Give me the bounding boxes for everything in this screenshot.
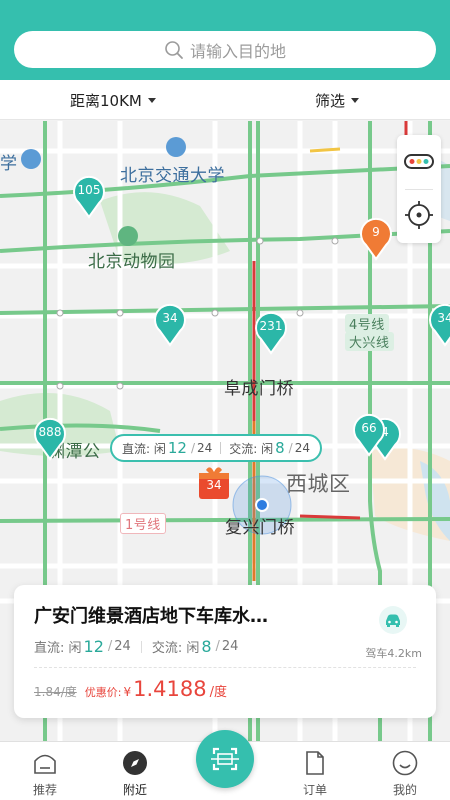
map-pin-station[interactable]: 9 [359,217,393,261]
map-pin-icon [154,303,186,347]
map-pin-count: 888 [38,425,62,439]
bubble-ac-label: 交流: 闲 [229,441,274,456]
nav-nearby[interactable]: 附近 [110,750,160,798]
caret-down-icon [147,97,156,103]
distance-filter[interactable]: 距离10KM [70,80,156,120]
map-tools [397,135,441,243]
map-label-university: 北京交通大学 [120,166,225,186]
header: 请输入目的地 [0,0,450,80]
map-pin-count: 105 [77,183,101,197]
direct-total: 24 [114,639,131,654]
map-label-zoo: 北京动物园 [88,252,176,272]
map-pin-station[interactable]: 231 [254,311,288,355]
map-pin-icon [34,417,66,461]
scan-icon [211,747,239,771]
bubble-divider [220,442,222,454]
car-icon[interactable] [379,606,407,634]
bubble-ac-total: 24 [294,441,310,455]
smiley-icon [392,750,418,776]
bubble-slash: / [288,441,293,455]
direct-label: 直流: 闲 [34,641,82,656]
map-pin-icon [429,303,450,347]
caret-down-icon [351,97,360,103]
screen-filter-label: 筛选 [315,91,346,110]
nav-nearby-label: 附近 [122,783,147,797]
nav-recommend[interactable]: 推荐 [20,750,70,798]
map-label-line4: 4号线 [345,314,389,333]
map-label-fuxingmen: 复兴门桥 [225,518,295,538]
map-label-line1: 1号线 [120,513,166,534]
selected-station-marker[interactable]: 34 [196,464,232,502]
map-pin-station[interactable]: 888 [33,417,67,461]
nav-orders-label: 订单 [302,783,327,797]
price-unit: /度 [209,685,227,700]
nav-orders[interactable]: 订单 [290,750,340,798]
selected-station-count: 34 [206,478,222,492]
map-pin-station[interactable]: 34 [153,303,187,347]
slash: / [215,639,220,654]
search-placeholder: 请输入目的地 [189,41,286,61]
bubble-direct-label: 直流: 闲 [121,441,166,456]
original-price: 1.84/度 [34,685,77,699]
traffic-layer-icon[interactable] [397,135,441,189]
search-icon [165,40,183,59]
bubble-slash: / [190,441,195,455]
map-pin-count: 66 [361,421,377,435]
currency-symbol: ¥ [123,685,132,699]
map-pin-icon [73,175,105,219]
search-input[interactable]: 请输入目的地 [14,31,436,68]
nav-mine-label: 我的 [392,783,417,797]
map-label-fuchengmen: 阜成门桥 [224,379,294,399]
map-pin-station[interactable]: 34 [428,303,450,347]
card-divider [34,667,416,668]
discount-label: 优惠价: [84,686,122,699]
map-pin-station[interactable]: 66 [352,413,386,457]
driving-distance: 驾车4.2km [365,647,422,660]
locate-icon[interactable] [397,189,441,243]
distance-filter-label: 距离10KM [70,91,142,110]
map-pin-station[interactable]: 105 [72,175,106,219]
scan-button[interactable] [196,730,254,788]
home-icon [34,754,56,774]
map-label-school: 学 [0,154,18,174]
station-bubble[interactable]: 直流: 闲 12 / 24 交流: 闲 8 / 24 [110,434,322,462]
bubble-direct-free: 12 [167,439,187,457]
map-pin-icon [255,311,287,355]
map-pin-icon [360,217,392,261]
filter-bar: 距离10KM 筛选 [0,80,450,120]
map-label-line4-sub: 大兴线 [345,332,394,351]
discount-price: 1.4188 [133,677,207,701]
ac-total: 24 [221,639,239,654]
map-label-xicheng: 西城区 [286,472,351,496]
station-name: 广安门维景酒店地下车库水… [34,606,268,627]
screen-filter[interactable]: 筛选 [315,80,360,120]
bubble-ac-free: 8 [275,439,285,457]
bubble-direct-total: 24 [196,441,213,455]
map-pin-count: 34 [162,311,178,325]
map-pin-count: 9 [372,225,380,239]
direct-free: 12 [83,637,104,656]
ac-label: 交流: 闲 [151,641,200,656]
compass-icon [123,751,147,775]
car-icon-svg [386,614,400,627]
price-row: 1.84/度 优惠价: ¥ 1.4188 /度 [34,677,227,701]
map-pin-count: 231 [259,319,283,333]
station-card[interactable]: 广安门维景酒店地下车库水… 直流: 闲 12 / 24 交流: 闲 8 / 24… [14,585,436,718]
nav-recommend-label: 推荐 [32,783,57,797]
map-pin-icon [353,413,385,457]
station-slots: 直流: 闲 12 / 24 交流: 闲 8 / 24 [34,637,238,656]
map-pin-count: 34 [437,311,450,325]
nav-mine[interactable]: 我的 [380,750,430,798]
ac-free: 8 [201,637,212,656]
slots-divider [140,640,142,653]
slash: / [107,639,113,654]
document-icon [306,751,324,775]
